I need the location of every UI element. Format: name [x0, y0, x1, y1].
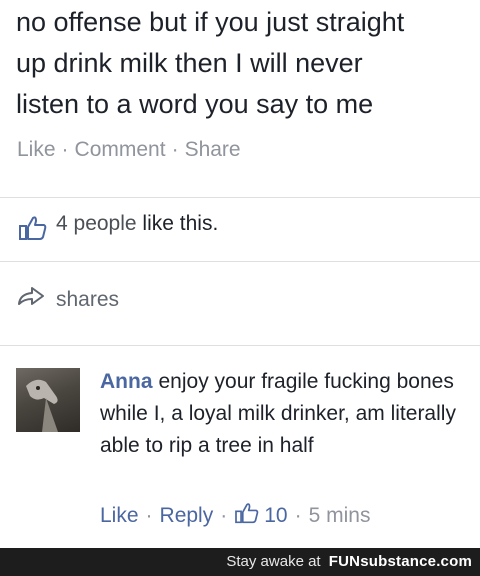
watermark-text: Stay awake at FUNsubstance.com: [226, 553, 472, 570]
separator-dot: ·: [61, 138, 69, 161]
comment-link[interactable]: Comment: [75, 138, 166, 161]
comment-author[interactable]: Anna: [100, 370, 153, 393]
like-link[interactable]: Like: [17, 138, 56, 161]
comment-timestamp: 5 mins: [308, 504, 371, 527]
post-card: no offense but if you just straight up d…: [0, 0, 480, 197]
watermark-brand: FUNsubstance.com: [328, 553, 472, 570]
avatar[interactable]: [16, 368, 80, 432]
comment-body: Anna enjoy your fragile fucking bones whi…: [100, 366, 460, 462]
separator-dot: ·: [171, 138, 179, 161]
comment-reply-link[interactable]: Reply: [160, 504, 214, 528]
separator-dot: ·: [220, 504, 228, 527]
likes-summary[interactable]: 4 people like this.: [0, 198, 480, 260]
separator-dot: ·: [294, 504, 302, 527]
likes-text: 4 people like this.: [56, 212, 218, 236]
post-actions: Like · Comment · Share: [17, 138, 241, 162]
comment-reaction-count[interactable]: 10: [264, 504, 287, 528]
post-text: no offense but if you just straight up d…: [16, 7, 405, 119]
share-arrow-icon: [16, 284, 46, 313]
thumbs-up-icon: [18, 215, 48, 246]
shares-label: shares: [56, 288, 120, 311]
comment: Anna enjoy your fragile fucking bones whi…: [0, 346, 480, 546]
likes-count[interactable]: 4 people: [56, 212, 137, 235]
separator-dot: ·: [145, 504, 153, 527]
comment-actions: Like · Reply · 10 · 5 mins: [100, 502, 370, 530]
comment-text: enjoy your fragile fucking bones while I…: [100, 370, 456, 457]
shares-summary[interactable]: shares: [0, 262, 480, 344]
likes-suffix: like this.: [142, 212, 219, 235]
thumbs-up-icon: [234, 502, 260, 530]
share-link[interactable]: Share: [185, 138, 241, 161]
comment-like-link[interactable]: Like: [100, 504, 139, 528]
watermark-bar: Stay awake at FUNsubstance.com: [0, 548, 480, 576]
watermark-tagline: Stay awake at: [226, 553, 321, 570]
